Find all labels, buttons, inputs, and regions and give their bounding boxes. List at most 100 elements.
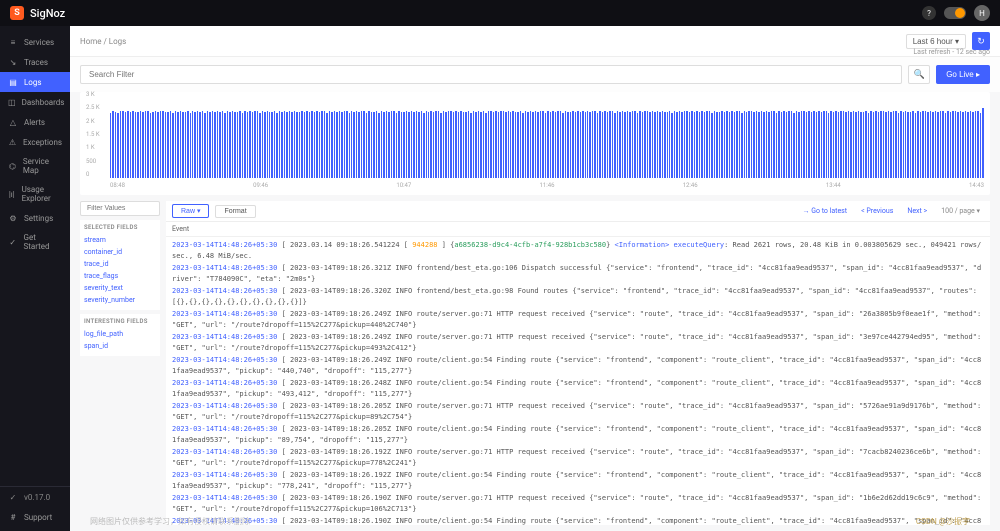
histogram-bar[interactable]	[309, 112, 310, 178]
histogram-bar[interactable]	[522, 113, 523, 178]
field-trace_flags[interactable]: trace_flags	[84, 270, 156, 282]
histogram-bar[interactable]	[833, 112, 834, 178]
histogram-bar[interactable]	[510, 112, 511, 178]
histogram-bar[interactable]	[475, 112, 476, 178]
histogram-bar[interactable]	[130, 112, 131, 178]
theme-toggle[interactable]	[944, 7, 966, 19]
histogram-bar[interactable]	[334, 111, 335, 178]
sidebar-item-traces[interactable]: ↘Traces	[0, 52, 70, 72]
histogram-bar[interactable]	[865, 111, 866, 178]
histogram-bar[interactable]	[145, 111, 146, 178]
histogram-bar[interactable]	[319, 112, 320, 178]
brand[interactable]: S SigNoz	[10, 6, 65, 20]
histogram-bar[interactable]	[932, 112, 933, 178]
histogram-bar[interactable]	[937, 112, 938, 178]
histogram-bar[interactable]	[115, 112, 116, 178]
search-input[interactable]	[80, 65, 902, 84]
histogram-bar[interactable]	[505, 112, 506, 178]
histogram-bar[interactable]	[778, 111, 779, 178]
histogram-bar[interactable]	[925, 111, 926, 178]
histogram-bar[interactable]	[716, 112, 717, 178]
histogram-bar[interactable]	[172, 113, 173, 178]
histogram-bar[interactable]	[291, 112, 292, 178]
histogram-bar[interactable]	[122, 111, 123, 178]
golive-button[interactable]: Go Live ▸	[936, 65, 990, 84]
histogram-bar[interactable]	[276, 113, 277, 178]
histogram-bar[interactable]	[274, 111, 275, 178]
histogram-bar[interactable]	[232, 111, 233, 178]
histogram-bar[interactable]	[843, 111, 844, 178]
histogram-bar[interactable]	[508, 111, 509, 178]
histogram-bar[interactable]	[602, 112, 603, 178]
histogram-bar[interactable]	[741, 113, 742, 178]
histogram-bar[interactable]	[686, 111, 687, 178]
search-button[interactable]: 🔍	[908, 65, 930, 84]
histogram-bar[interactable]	[423, 113, 424, 178]
histogram-bar[interactable]	[135, 112, 136, 178]
histogram-bar[interactable]	[597, 113, 598, 178]
histogram-bar[interactable]	[905, 111, 906, 178]
histogram-bar[interactable]	[662, 111, 663, 178]
histogram-bar[interactable]	[527, 112, 528, 178]
histogram-bar[interactable]	[180, 111, 181, 178]
histogram-bar[interactable]	[182, 112, 183, 178]
histogram-bar[interactable]	[125, 112, 126, 178]
histogram-bar[interactable]	[888, 111, 889, 178]
histogram-bar[interactable]	[299, 112, 300, 178]
histogram-bar[interactable]	[845, 112, 846, 178]
histogram-bar[interactable]	[659, 112, 660, 178]
histogram-bar[interactable]	[224, 113, 225, 178]
histogram-bar[interactable]	[411, 111, 412, 178]
histogram-bar[interactable]	[850, 112, 851, 178]
histogram-bar[interactable]	[468, 111, 469, 178]
histogram-bar[interactable]	[758, 112, 759, 178]
histogram-bar[interactable]	[567, 112, 568, 178]
histogram-bar[interactable]	[555, 112, 556, 178]
histogram-bar[interactable]	[813, 111, 814, 178]
histogram-bar[interactable]	[575, 112, 576, 178]
histogram-bar[interactable]	[915, 113, 916, 178]
histogram-bar[interactable]	[599, 111, 600, 178]
histogram-bar[interactable]	[550, 112, 551, 178]
log-line[interactable]: 2023-03-14T14:48:26+05:30 [ 2023-03-14T0…	[172, 515, 984, 525]
histogram-bar[interactable]	[731, 111, 732, 178]
histogram-bar[interactable]	[157, 112, 158, 178]
histogram-bar[interactable]	[970, 111, 971, 178]
histogram-bar[interactable]	[353, 112, 354, 178]
histogram-bar[interactable]	[694, 112, 695, 178]
histogram-bar[interactable]	[947, 111, 948, 178]
histogram-bar[interactable]	[383, 112, 384, 178]
histogram-bar[interactable]	[326, 113, 327, 178]
histogram-bar[interactable]	[907, 112, 908, 178]
histogram-bar[interactable]	[239, 111, 240, 178]
histogram-bar[interactable]	[430, 111, 431, 178]
histogram-bar[interactable]	[450, 111, 451, 178]
histogram-bar[interactable]	[257, 111, 258, 178]
sidebar-item-logs[interactable]: ▤Logs	[0, 72, 70, 92]
histogram-bar[interactable]	[363, 111, 364, 178]
histogram-bar[interactable]	[386, 111, 387, 178]
histogram-bar[interactable]	[237, 112, 238, 178]
histogram-bar[interactable]	[244, 111, 245, 178]
histogram-bar[interactable]	[811, 112, 812, 178]
sidebar-item-exceptions[interactable]: ⚠Exceptions	[0, 132, 70, 152]
histogram-bar[interactable]	[629, 112, 630, 178]
histogram-bar[interactable]	[791, 111, 792, 178]
histogram-bar[interactable]	[552, 111, 553, 178]
histogram-bar[interactable]	[177, 112, 178, 178]
histogram-bar[interactable]	[676, 112, 677, 178]
histogram-bar[interactable]	[192, 111, 193, 178]
histogram-bar[interactable]	[512, 111, 513, 178]
histogram-bar[interactable]	[724, 112, 725, 178]
next-link[interactable]: Next >	[903, 207, 931, 215]
histogram-bar[interactable]	[336, 112, 337, 178]
histogram-bar[interactable]	[170, 111, 171, 178]
histogram-bar[interactable]	[632, 111, 633, 178]
histogram-bar[interactable]	[917, 111, 918, 178]
log-line[interactable]: 2023-03-14T14:48:26+05:30 [ 2023.03.14 0…	[172, 239, 984, 262]
histogram-bar[interactable]	[671, 113, 672, 178]
histogram-bar[interactable]	[234, 112, 235, 178]
histogram-bar[interactable]	[160, 111, 161, 178]
histogram-bar[interactable]	[167, 112, 168, 178]
histogram-bar[interactable]	[227, 111, 228, 178]
